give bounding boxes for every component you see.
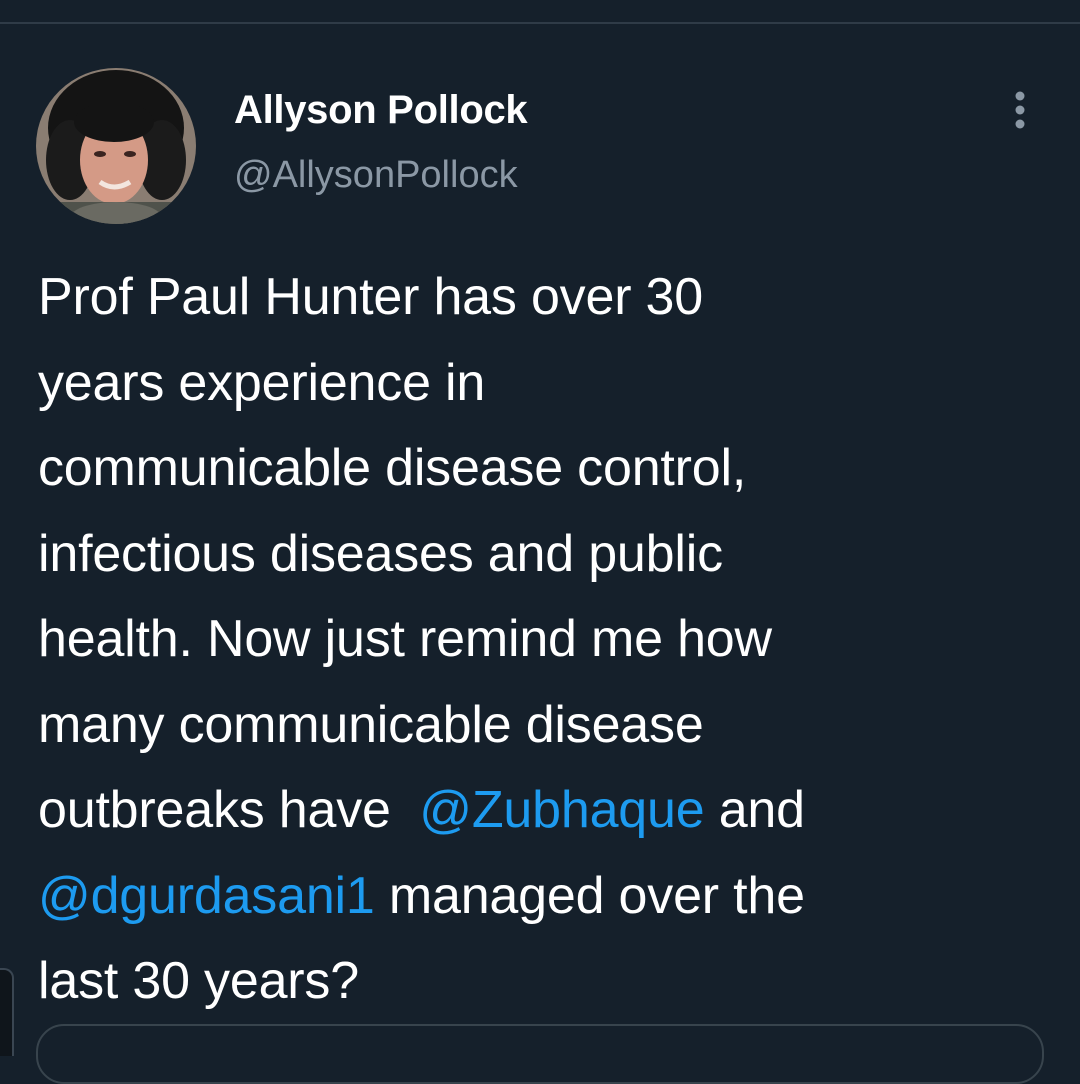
tweet-text-segment: years experience in bbox=[38, 353, 486, 412]
more-vertical-icon bbox=[1015, 91, 1025, 129]
mention-link[interactable]: @Zubhaque bbox=[419, 781, 704, 839]
mention-link[interactable]: @dgurdasani1 bbox=[38, 867, 375, 925]
profile-photo-icon bbox=[36, 68, 196, 224]
tweet-text-line: many communicable disease bbox=[38, 683, 1038, 769]
tweet-text-line: health. Now just remind me how bbox=[38, 597, 1038, 683]
author-display-name[interactable]: Allyson Pollock bbox=[234, 88, 528, 133]
tweet-text-line: outbreaks have @Zubhaque and bbox=[38, 768, 1038, 854]
tweet-text-segment: Prof Paul Hunter has over 30 bbox=[38, 268, 703, 326]
tweet-text-segment: health. Now just remind me how bbox=[38, 610, 772, 668]
tweet-text-line: infectious diseases and public bbox=[38, 512, 1038, 598]
tweet-text-line: last 30 years? bbox=[38, 939, 1038, 1025]
tweet-text-line: years experience in bbox=[38, 341, 1038, 427]
top-divider bbox=[0, 22, 1080, 24]
author-handle[interactable]: @AllysonPollock bbox=[234, 154, 518, 197]
author-avatar[interactable] bbox=[36, 68, 196, 224]
more-options-button[interactable] bbox=[1000, 84, 1040, 136]
tweet-text-segment: infectious diseases and public bbox=[38, 524, 723, 583]
tweet-text-line: @dgurdasani1 managed over the bbox=[38, 854, 1038, 940]
tweet-text-line: Prof Paul Hunter has over 30 bbox=[38, 255, 1038, 341]
tweet-text-segment: many communicable disease bbox=[38, 695, 704, 754]
tweet-text: Prof Paul Hunter has over 30 years experi… bbox=[38, 255, 1038, 1025]
tweet-text-segment: managed over the bbox=[374, 866, 805, 925]
left-edge-fragment bbox=[0, 968, 14, 1056]
tweet-text-segment: outbreaks have bbox=[38, 781, 420, 839]
tweet-text-segment: communicable disease control, bbox=[38, 439, 747, 497]
tweet-text-line: communicable disease control, bbox=[38, 426, 1038, 512]
quoted-tweet-card[interactable] bbox=[36, 1024, 1044, 1084]
tweet-text-segment: last 30 years? bbox=[38, 952, 359, 1010]
tweet-text-segment: and bbox=[704, 781, 805, 839]
